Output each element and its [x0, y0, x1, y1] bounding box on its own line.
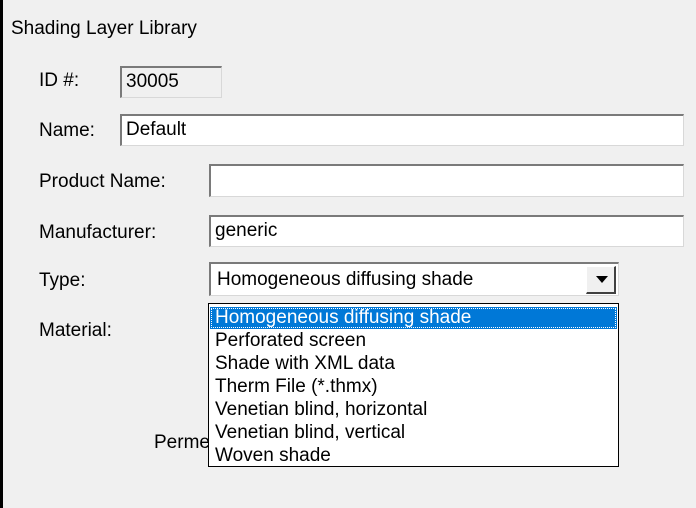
id-label: ID #: — [39, 70, 80, 91]
type-dropdown-list[interactable]: Homogeneous diffusing shade Perforated s… — [208, 303, 619, 467]
permeability-label: Perme — [154, 432, 210, 453]
panel-title: Shading Layer Library — [11, 18, 197, 39]
name-label: Name: — [39, 120, 95, 141]
type-option[interactable]: Woven shade — [210, 445, 617, 467]
type-option[interactable]: Shade with XML data — [210, 353, 617, 375]
chevron-down-icon — [596, 276, 608, 283]
name-input[interactable]: Default — [120, 114, 684, 146]
type-select[interactable]: Homogeneous diffusing shade — [209, 262, 619, 296]
type-select-value: Homogeneous diffusing shade — [217, 269, 474, 290]
type-option[interactable]: Venetian blind, horizontal — [210, 399, 617, 421]
type-option[interactable]: Homogeneous diffusing shade — [210, 307, 617, 329]
material-label: Material: — [39, 320, 112, 341]
type-option[interactable]: Perforated screen — [210, 330, 617, 352]
product-name-input[interactable] — [209, 164, 684, 197]
shading-layer-library-panel: Shading Layer Library ID #: 30005 Name: … — [0, 0, 696, 508]
type-dropdown-button[interactable] — [586, 266, 616, 294]
type-label: Type: — [39, 270, 86, 291]
id-field: 30005 — [120, 66, 222, 98]
product-name-label: Product Name: — [39, 171, 166, 192]
type-option[interactable]: Therm File (*.thmx) — [210, 376, 617, 398]
type-option[interactable]: Venetian blind, vertical — [210, 422, 617, 444]
manufacturer-input[interactable]: generic — [209, 215, 684, 247]
manufacturer-label: Manufacturer: — [39, 222, 157, 243]
